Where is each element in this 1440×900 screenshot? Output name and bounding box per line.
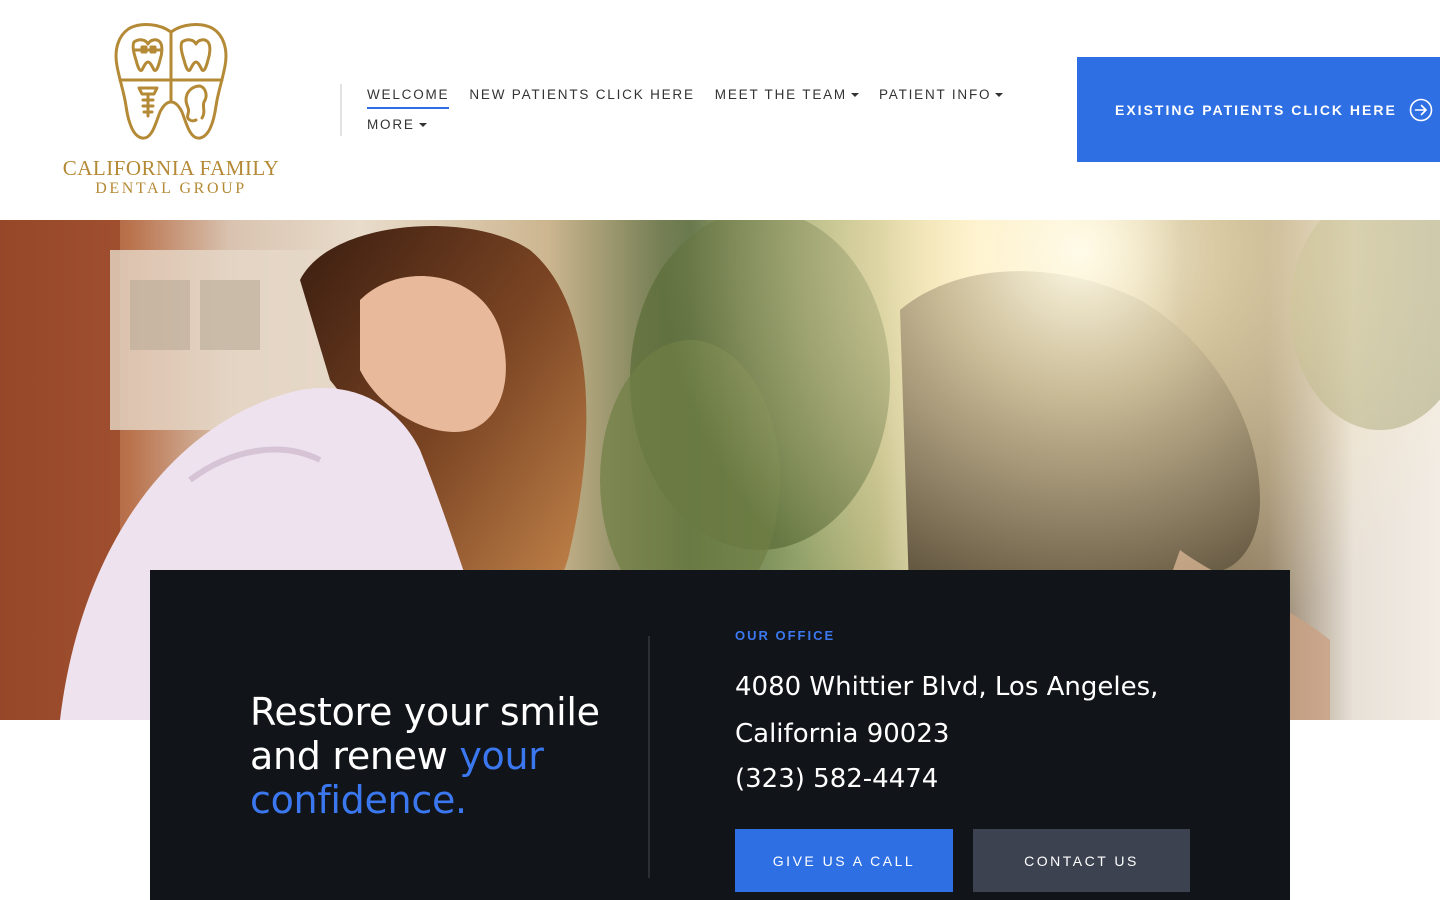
address-line1: 4080 Whittier Blvd, Los Angeles, [735,672,1159,702]
nav-item-label: MEET THE TEAM [714,86,847,102]
logo-link[interactable]: CALIFORNIA FAMILY DENTAL GROUP [60,22,282,202]
existing-patients-button[interactable]: EXISTING PATIENTS CLICK HERE [1077,57,1440,162]
site-header: CALIFORNIA FAMILY DENTAL GROUP WELCOME N… [0,0,1440,220]
nav-item-meet-the-team[interactable]: MEET THE TEAM [715,84,859,104]
main-nav: WELCOME NEW PATIENTS CLICK HERE MEET THE… [367,84,1007,134]
nav-item-label: MORE [367,116,415,132]
nav-item-more[interactable]: MORE [367,114,427,134]
nav-divider [340,84,342,136]
hero-tagline: Restore your smile and renew your confid… [250,690,610,822]
caret-down-icon [418,123,427,127]
nav-item-label: WELCOME [367,86,450,102]
office-phone[interactable]: (323) 582-4474 [735,759,938,799]
tooth-logo-icon [114,23,228,140]
address-line2: California 90023 [735,719,950,749]
give-us-a-call-button[interactable]: GIVE US A CALL [735,829,953,892]
nav-item-new-patients[interactable]: NEW PATIENTS CLICK HERE [469,84,694,104]
logo-name-line2: DENTAL GROUP [95,180,247,197]
contact-us-button[interactable]: CONTACT US [973,829,1190,892]
nav-item-label: PATIENT INFO [878,86,992,102]
existing-patients-label: EXISTING PATIENTS CLICK HERE [1115,101,1397,118]
nav-item-label: NEW PATIENTS CLICK HERE [469,86,695,102]
office-info-card: Restore your smile and renew your confid… [150,570,1290,900]
logo-name-line1: CALIFORNIA FAMILY [62,156,280,180]
nav-item-welcome[interactable]: WELCOME [367,84,450,109]
caret-down-icon [850,93,859,97]
nav-item-patient-info[interactable]: PATIENT INFO [878,84,1004,104]
office-address: 4080 Whittier Blvd, Los Angeles, Califor… [735,664,1215,758]
caret-down-icon [995,93,1004,97]
card-divider [648,636,650,878]
tagline-text: Restore your smile and renew [250,690,600,778]
arrow-right-circle-icon [1409,98,1433,121]
office-label: OUR OFFICE [735,628,836,643]
